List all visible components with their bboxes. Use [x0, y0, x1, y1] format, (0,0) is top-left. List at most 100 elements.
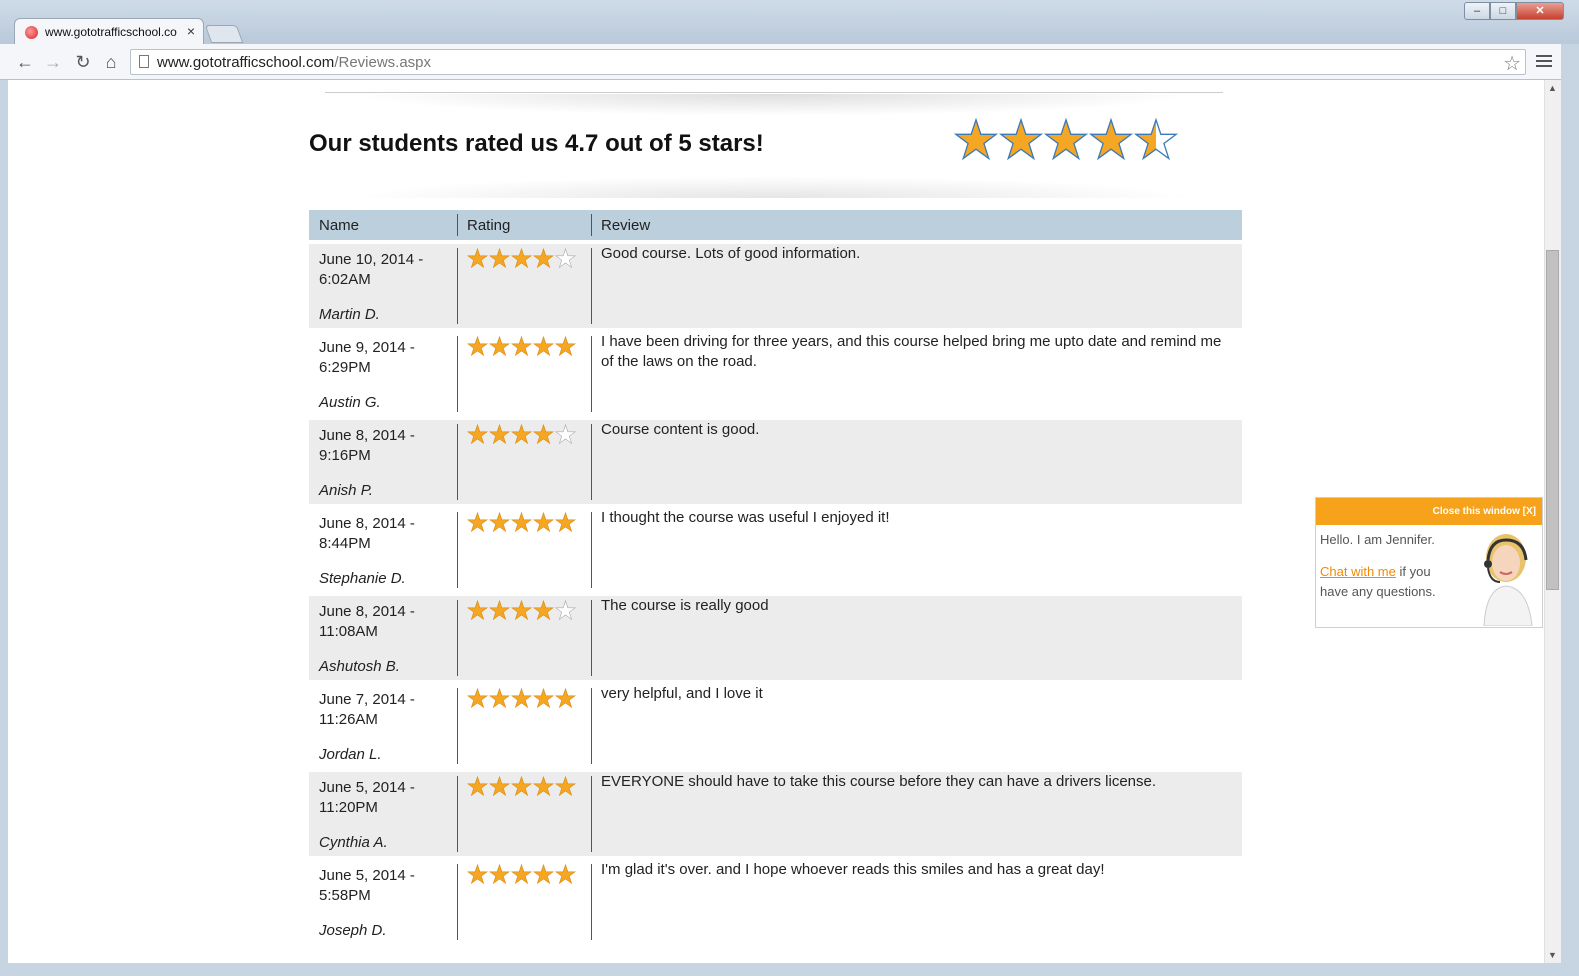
reviewer-name: Joseph D.: [319, 922, 387, 939]
overall-star-icon: [999, 118, 1043, 161]
page-icon: [139, 55, 149, 68]
url-text[interactable]: www.gototrafficschool.com/Reviews.aspx: [157, 54, 431, 71]
star-filled-icon: [533, 864, 554, 885]
star-filled-icon: [533, 248, 554, 269]
window-frame: [1561, 44, 1579, 976]
divider: [325, 92, 1223, 93]
table-row: June 10, 2014 - 6:02AM Martin D. Good cour…: [309, 244, 1242, 328]
chat-close-button[interactable]: Close this window [X]: [1316, 498, 1542, 525]
star-filled-icon: [511, 512, 532, 533]
chat-widget: Close this window [X] Hello. I am Jennif…: [1315, 497, 1543, 628]
star-filled-icon: [489, 424, 510, 445]
overall-star-icon: [1134, 118, 1178, 161]
star-filled-icon: [511, 336, 532, 357]
reviewer-name: Jordan L.: [319, 746, 382, 763]
star-filled-icon: [467, 864, 488, 885]
star-filled-icon: [467, 248, 488, 269]
star-filled-icon: [533, 424, 554, 445]
star-filled-icon: [489, 864, 510, 885]
review-text: very helpful, and I love it: [591, 684, 1242, 768]
star-filled-icon: [489, 336, 510, 357]
review-text: EVERYONE should have to take this course…: [591, 772, 1242, 856]
rating-cell: [457, 684, 591, 768]
review-date: June 5, 2014 - 11:20PM: [319, 779, 415, 816]
review-date: June 5, 2014 - 5:58PM: [319, 867, 415, 904]
table-row: June 5, 2014 - 5:58PM Joseph D. I'm glad i…: [309, 860, 1242, 944]
name-cell: June 7, 2014 - 11:26AM Jordan L.: [309, 684, 457, 768]
overall-star-icon: [954, 118, 998, 161]
reviewer-name: Stephanie D.: [319, 570, 406, 587]
reviewer-name: Austin G.: [319, 394, 381, 411]
star-filled-icon: [511, 864, 532, 885]
review-date: June 10, 2014 - 6:02AM: [319, 251, 424, 288]
star-filled-icon: [467, 600, 488, 621]
browser-tab[interactable]: www.gototrafficschool.co ×: [14, 18, 204, 45]
star-filled-icon: [555, 776, 576, 797]
address-bar[interactable]: www.gototrafficschool.com/Reviews.aspx ☆: [130, 49, 1526, 75]
site-favicon-icon: [25, 26, 38, 39]
overall-star-icon: [1089, 118, 1133, 161]
reload-icon[interactable]: ↻: [72, 51, 94, 73]
overall-star-icon: [1044, 118, 1088, 161]
bookmark-star-icon[interactable]: ☆: [1503, 51, 1521, 76]
forward-arrow-icon[interactable]: →: [42, 51, 64, 73]
name-cell: June 8, 2014 - 9:16PM Anish P.: [309, 420, 457, 504]
table-header-row: Name Rating Review: [309, 210, 1242, 240]
table-row: June 8, 2014 - 11:08AM Ashutosh B. The cou…: [309, 596, 1242, 680]
review-text: Good course. Lots of good information.: [591, 244, 1242, 328]
name-cell: June 5, 2014 - 11:20PM Cynthia A.: [309, 772, 457, 856]
chat-greeting: Hello. I am Jennifer.: [1320, 532, 1435, 547]
rating-cell: [457, 860, 591, 944]
window-frame: [0, 963, 1579, 976]
star-filled-icon: [511, 776, 532, 797]
rating-stars: [467, 776, 581, 797]
tab-title: www.gototrafficschool.co: [45, 25, 177, 39]
star-filled-icon: [555, 864, 576, 885]
star-filled-icon: [489, 600, 510, 621]
menu-icon[interactable]: [1536, 52, 1552, 68]
scrollbar-thumb[interactable]: [1546, 250, 1559, 590]
star-filled-icon: [555, 688, 576, 709]
name-cell: June 8, 2014 - 8:44PM Stephanie D.: [309, 508, 457, 592]
back-arrow-icon[interactable]: ←: [14, 51, 36, 73]
star-filled-icon: [489, 776, 510, 797]
table-row: June 8, 2014 - 8:44PM Stephanie D. I thoug…: [309, 508, 1242, 592]
table-row: June 5, 2014 - 11:20PM Cynthia A. EVERYONE…: [309, 772, 1242, 856]
review-date: June 8, 2014 - 11:08AM: [319, 603, 415, 640]
star-filled-icon: [511, 688, 532, 709]
url-host: www.gototrafficschool.com: [157, 54, 335, 71]
rating-stars: [467, 424, 581, 445]
minimize-button[interactable]: –: [1464, 2, 1490, 20]
rating-stars: [467, 688, 581, 709]
star-filled-icon: [489, 248, 510, 269]
chat-link[interactable]: Chat with me: [1320, 564, 1396, 579]
reviewer-name: Anish P.: [319, 482, 373, 499]
vertical-scrollbar[interactable]: ▲ ▼: [1544, 80, 1561, 963]
reviewer-name: Cynthia A.: [319, 834, 388, 851]
star-empty-icon: [555, 248, 576, 269]
scroll-down-arrow-icon[interactable]: ▼: [1548, 950, 1557, 960]
reviews-table: Name Rating Review June 10, 2014 - 6:02A…: [309, 206, 1242, 948]
rating-cell: [457, 508, 591, 592]
close-window-button[interactable]: ✕: [1516, 2, 1564, 20]
review-date: June 9, 2014 - 6:29PM: [319, 339, 415, 376]
home-icon[interactable]: ⌂: [100, 51, 122, 73]
browser-toolbar: ← → ↻ ⌂ www.gototrafficschool.com/Review…: [0, 44, 1579, 80]
star-filled-icon: [533, 336, 554, 357]
name-cell: June 9, 2014 - 6:29PM Austin G.: [309, 332, 457, 416]
reviewer-name: Ashutosh B.: [319, 658, 400, 675]
column-header-name: Name: [309, 210, 457, 240]
scroll-up-arrow-icon[interactable]: ▲: [1548, 83, 1557, 93]
rating-cell: [457, 420, 591, 504]
new-tab-button[interactable]: [204, 25, 244, 43]
rating-stars: [467, 336, 581, 357]
star-filled-icon: [533, 512, 554, 533]
chat-message: Chat with me if you have any questions.: [1320, 562, 1460, 602]
maximize-button[interactable]: □: [1490, 2, 1516, 20]
star-filled-icon: [467, 424, 488, 445]
star-filled-icon: [467, 512, 488, 533]
tab-close-icon[interactable]: ×: [187, 23, 195, 39]
star-filled-icon: [555, 336, 576, 357]
rating-cell: [457, 596, 591, 680]
browser-titlebar: www.gototrafficschool.co × – □ ✕: [0, 0, 1579, 45]
